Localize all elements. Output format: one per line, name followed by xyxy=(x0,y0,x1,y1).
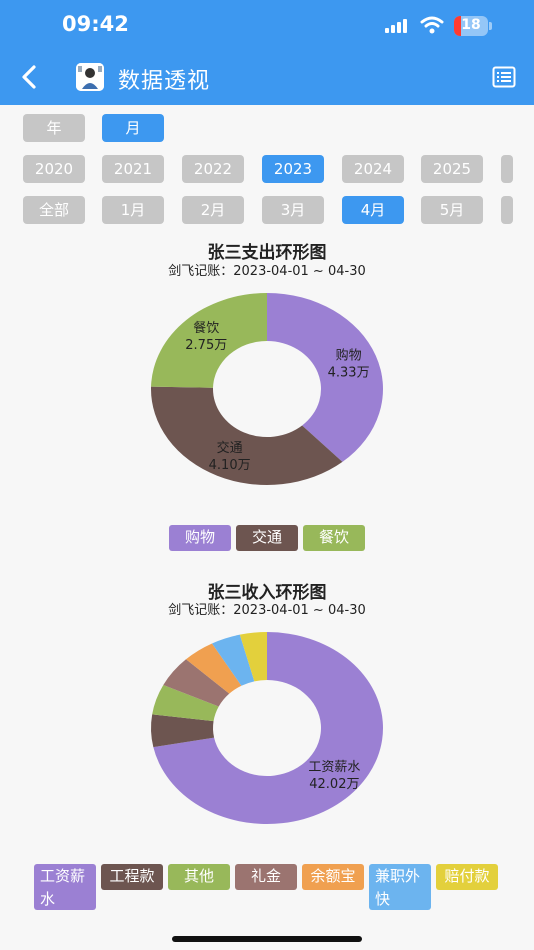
slice-label-0-2: 餐饮 xyxy=(193,320,219,336)
expense-chart-subtitle: 剑飞记账：2023-04-01 ~ 04-30 xyxy=(168,264,366,279)
income-chart-subtitle: 剑飞记账：2023-04-01 ~ 04-30 xyxy=(168,603,366,618)
legend-item-1-1[interactable]: 工程款 xyxy=(101,864,163,890)
back-chevron-icon[interactable] xyxy=(16,62,44,92)
battery-icon: 18 xyxy=(454,16,488,36)
year-chip-2025[interactable]: 2025 xyxy=(421,155,483,183)
year-chip-2021[interactable]: 2021 xyxy=(102,155,164,183)
month-chip-5[interactable]: 5月 xyxy=(421,196,483,224)
month-chip-2[interactable]: 2月 xyxy=(182,196,244,224)
month-chip-all[interactable]: 全部 xyxy=(23,196,85,224)
legend-item-0-2[interactable]: 餐饮 xyxy=(303,525,365,551)
wifi-icon xyxy=(420,16,444,34)
month-chip-1[interactable]: 1月 xyxy=(102,196,164,224)
legend-item-1-2[interactable]: 其他 xyxy=(168,864,230,890)
year-chip-2024[interactable]: 2024 xyxy=(342,155,404,183)
year-chip-overflow[interactable] xyxy=(501,155,513,183)
slice-value-0-2: 2.75万 xyxy=(185,338,227,353)
legend-item-1-3[interactable]: 礼金 xyxy=(235,864,297,890)
battery-tip xyxy=(489,22,492,30)
year-chip-2020[interactable]: 2020 xyxy=(23,155,85,183)
slice-value-1-0: 42.02万 xyxy=(309,777,359,792)
legend-item-1-5[interactable]: 兼职外快 xyxy=(369,864,431,910)
month-chip-4[interactable]: 4月 xyxy=(342,196,404,224)
year-chip-2022[interactable]: 2022 xyxy=(182,155,244,183)
year-chip-2023[interactable]: 2023 xyxy=(262,155,324,183)
slice-label-1-0: 工资薪水 xyxy=(308,760,360,775)
battery-level: 18 xyxy=(461,17,481,33)
home-indicator xyxy=(172,936,362,942)
legend-item-1-0[interactable]: 工资薪水 xyxy=(34,864,96,910)
tab-year[interactable]: 年 xyxy=(23,114,85,142)
expense-donut-chart: 购物 4.33万交通 4.10万 餐饮 2.75万 xyxy=(151,293,383,485)
month-chip-overflow[interactable] xyxy=(501,196,513,224)
legend-item-0-0[interactable]: 购物 xyxy=(169,525,231,551)
status-time: 09:42 xyxy=(62,12,129,36)
cellular-signal-icon xyxy=(385,19,409,33)
month-chip-3[interactable]: 3月 xyxy=(262,196,324,224)
slice-label-0-1: 交通 xyxy=(217,440,243,456)
slice-value-0-0: 4.33万 xyxy=(328,365,370,380)
slice-value-0-1: 4.10万 xyxy=(209,458,251,473)
avatar xyxy=(76,63,104,91)
list-view-icon[interactable] xyxy=(492,66,516,88)
legend-item-1-6[interactable]: 赔付款 xyxy=(436,864,498,890)
income-donut-chart: 工资薪水 42.02万 xyxy=(151,632,383,824)
legend-item-1-4[interactable]: 余额宝 xyxy=(302,864,364,890)
legend-item-0-1[interactable]: 交通 xyxy=(236,525,298,551)
page-title: 数据透视 xyxy=(118,69,211,94)
slice-label-0-0: 购物 xyxy=(336,347,362,363)
app-header: 09:42 18 数据透视 xyxy=(0,0,534,105)
avatar-figure-icon xyxy=(76,63,104,91)
tab-month[interactable]: 月 xyxy=(102,114,164,142)
